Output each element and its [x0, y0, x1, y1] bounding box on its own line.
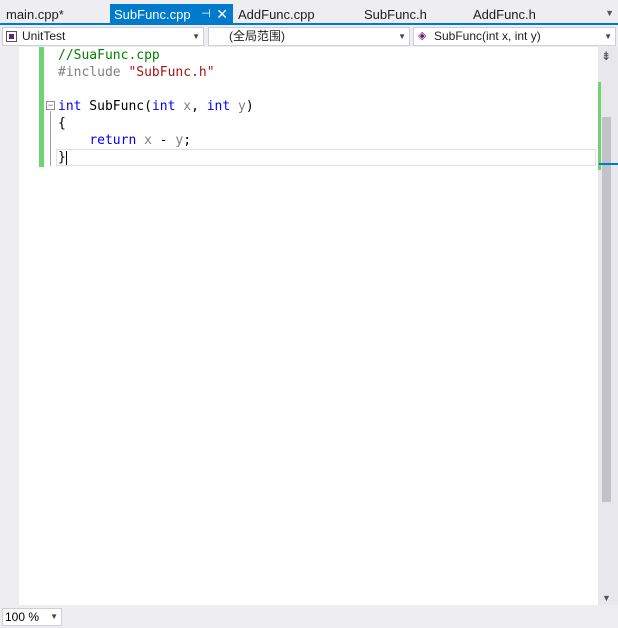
- punctuation: ;: [183, 133, 192, 148]
- tab-bar: main.cpp* SubFunc.cpp ⊣ ✕ AddFunc.cpp Su…: [0, 0, 618, 25]
- code-text: //SuaFunc.cpp #include "SubFunc.h" int S…: [58, 47, 254, 166]
- outline-line: [50, 111, 51, 166]
- function-name: SubFunc(: [81, 99, 152, 114]
- caret-position-marker: [599, 163, 618, 165]
- tab-subfunc-cpp[interactable]: SubFunc.cpp ⊣ ✕: [110, 4, 233, 25]
- close-icon[interactable]: ✕: [216, 4, 228, 25]
- project-icon: [6, 31, 17, 42]
- code-line-4: int SubFunc(int x, int y): [58, 98, 254, 115]
- punctuation: ,: [191, 99, 207, 114]
- text-caret: [66, 151, 67, 165]
- tab-label: main.cpp*: [6, 7, 64, 22]
- split-window-icon[interactable]: ⇟: [601, 49, 611, 63]
- tab-subfunc-h[interactable]: SubFunc.h: [360, 4, 464, 25]
- include-directive: #include: [58, 65, 129, 80]
- code-line-6: return x - y;: [58, 132, 254, 149]
- parameter: y: [230, 99, 246, 114]
- chevron-down-icon: ▼: [604, 32, 612, 41]
- keyword: return: [89, 133, 137, 148]
- pin-icon[interactable]: ⊣: [201, 4, 211, 25]
- comment: //SuaFunc.cpp: [58, 48, 160, 63]
- scrollbar-thumb[interactable]: [602, 117, 611, 502]
- brace: {: [58, 116, 66, 131]
- method-icon: ◈: [418, 30, 427, 42]
- code-line-1: //SuaFunc.cpp: [58, 47, 254, 64]
- parameter: x: [136, 133, 152, 148]
- project-label: UnitTest: [22, 29, 66, 43]
- scroll-down-icon[interactable]: ▼: [602, 593, 611, 603]
- parameter: x: [175, 99, 192, 114]
- collapse-icon[interactable]: −: [46, 101, 55, 110]
- code-line-7: }: [58, 149, 254, 166]
- change-tracking-bar: [39, 47, 44, 167]
- chevron-down-icon: ▼: [50, 612, 58, 621]
- project-dropdown[interactable]: UnitTest ▼: [2, 27, 204, 46]
- scope-dropdown[interactable]: (全局范围) ▼: [208, 27, 410, 46]
- editor-margin: [0, 47, 19, 605]
- zoom-dropdown[interactable]: 100 % ▼: [2, 608, 62, 626]
- change-marker: [598, 82, 601, 170]
- punctuation: ): [245, 99, 254, 114]
- brace: }: [58, 150, 66, 165]
- scope-label: (全局范围): [229, 29, 285, 43]
- tab-label: AddFunc.h: [473, 7, 536, 22]
- editor-window: main.cpp* SubFunc.cpp ⊣ ✕ AddFunc.cpp Su…: [0, 0, 618, 628]
- status-strip: 100 % ▼: [0, 605, 618, 628]
- vertical-scrollbar[interactable]: ⇟ ▼: [598, 47, 618, 605]
- operator: -: [151, 133, 176, 148]
- member-dropdown[interactable]: ◈ SubFunc(int x, int y) ▼: [413, 27, 616, 46]
- tab-addfunc-cpp[interactable]: AddFunc.cpp: [234, 4, 354, 25]
- include-path: "SubFunc.h": [128, 65, 215, 80]
- code-line-2: #include "SubFunc.h": [58, 64, 254, 81]
- navigation-bar: UnitTest ▼ (全局范围) ▼ ◈ SubFunc(int x, int…: [0, 25, 618, 47]
- code-editor[interactable]: − //SuaFunc.cpp #include "SubFunc.h" int…: [0, 47, 598, 605]
- member-label: SubFunc(int x, int y): [434, 29, 541, 43]
- tab-label: AddFunc.cpp: [238, 7, 315, 22]
- code-line-5: {: [58, 115, 254, 132]
- tab-overflow-icon[interactable]: ▼: [605, 8, 614, 18]
- tab-label: SubFunc.cpp: [114, 7, 191, 22]
- keyword: int: [58, 99, 82, 114]
- keyword: int: [151, 99, 176, 114]
- tab-main-cpp[interactable]: main.cpp*: [2, 4, 106, 25]
- tab-addfunc-h[interactable]: AddFunc.h: [469, 4, 573, 25]
- zoom-label: 100 %: [5, 610, 40, 624]
- keyword: int: [206, 99, 231, 114]
- chevron-down-icon: ▼: [192, 32, 200, 41]
- chevron-down-icon: ▼: [398, 32, 406, 41]
- tab-label: SubFunc.h: [364, 7, 427, 22]
